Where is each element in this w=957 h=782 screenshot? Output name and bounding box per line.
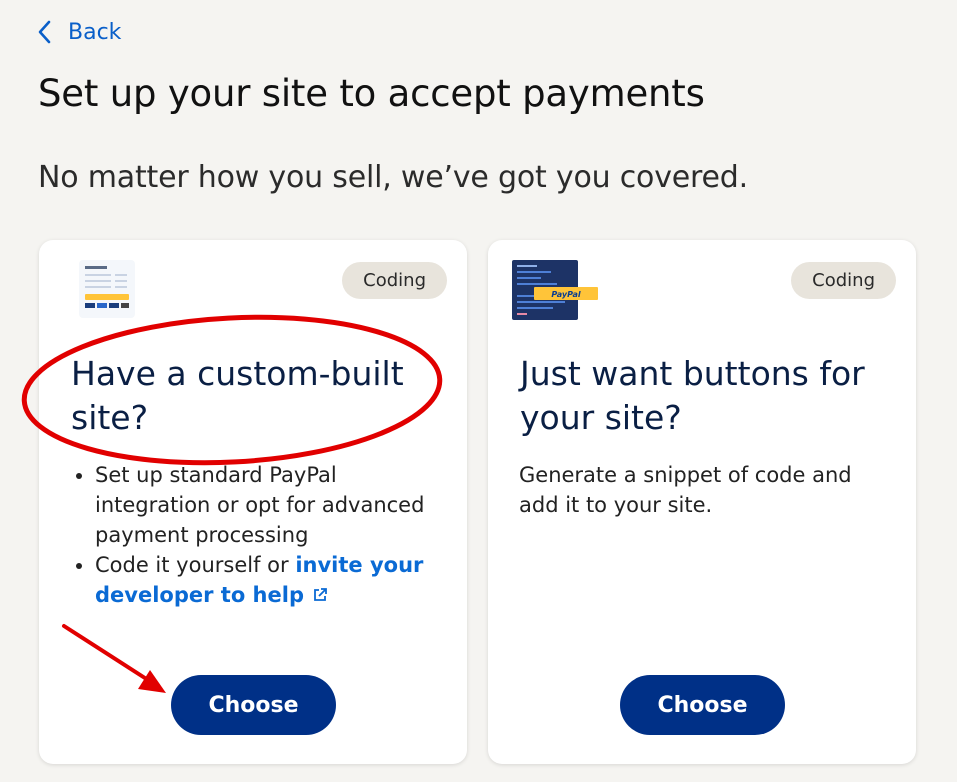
chevron-left-icon — [38, 20, 52, 44]
card-title: Have a custom-built site? — [71, 354, 404, 437]
back-link[interactable]: Back — [38, 14, 121, 50]
coding-badge: Coding — [342, 262, 447, 299]
page-subtitle: No matter how you sell, we’ve got you co… — [38, 160, 748, 195]
paypal-logo-text: PayPal — [551, 290, 580, 299]
feature-list: Set up standard PayPal integration or op… — [75, 460, 455, 611]
list-item: Code it yourself or invite your develope… — [95, 550, 455, 611]
external-link-icon — [312, 581, 328, 611]
coding-badge: Coding — [791, 262, 896, 299]
page-title: Set up your site to accept payments — [38, 72, 705, 115]
card-description: Generate a snippet of code and add it to… — [519, 463, 852, 517]
choose-custom-site-button[interactable]: Choose — [171, 675, 336, 735]
buttons-card: PayPal Coding Just want buttons for your… — [488, 240, 916, 764]
list-item: Set up standard PayPal integration or op… — [95, 460, 455, 550]
checkout-form-thumbnail — [79, 260, 135, 322]
card-title: Just want buttons for your site? — [520, 354, 865, 437]
code-snippet-thumbnail: PayPal — [512, 260, 600, 326]
list-item-text: Code it yourself or — [95, 553, 296, 577]
back-label: Back — [68, 19, 122, 45]
choose-buttons-button[interactable]: Choose — [620, 675, 785, 735]
custom-site-card: Coding Have a custom-built site? Set up … — [39, 240, 467, 764]
